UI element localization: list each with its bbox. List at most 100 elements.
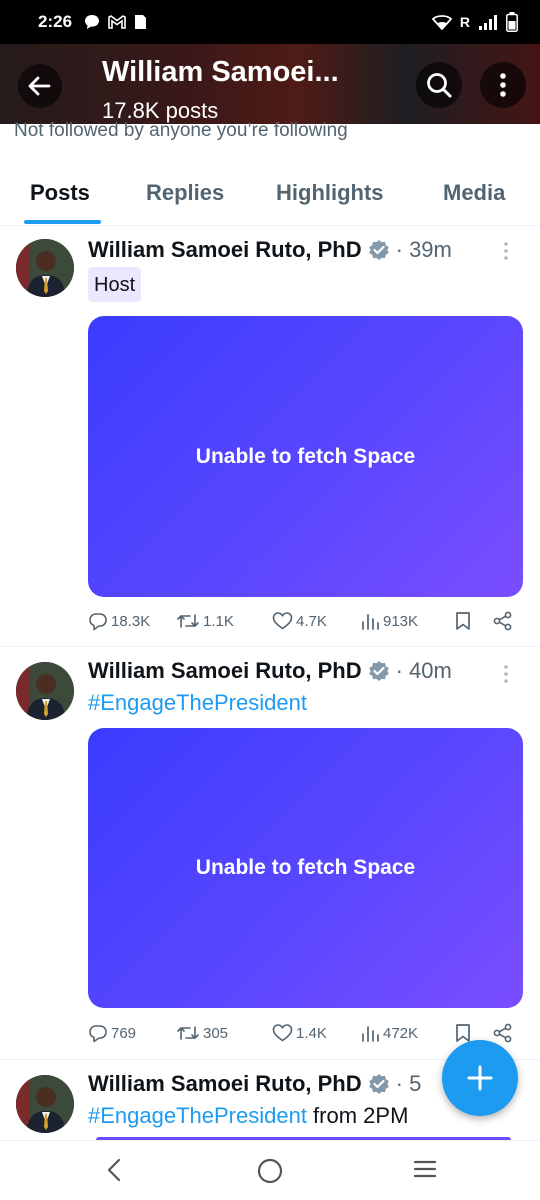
bookmark-icon — [456, 1024, 470, 1042]
post-actions: 769 305 1.4K 472K — [88, 1023, 518, 1047]
tab-highlights[interactable]: Highlights — [276, 180, 384, 206]
views-count: 472K — [383, 1024, 419, 1042]
post-header: William Samoei Ruto, PhD · 39m — [88, 237, 452, 263]
reply-button[interactable]: 769 — [88, 1023, 136, 1043]
post-more-button[interactable] — [503, 664, 509, 689]
post-item[interactable]: William Samoei Ruto, PhD · 39m Host Unab… — [0, 227, 540, 647]
bookmark-button[interactable] — [454, 1023, 472, 1043]
status-bar: 2:26 R — [0, 0, 540, 44]
profile-header: William Samoei... 17.8K posts — [0, 44, 540, 124]
more-options-button[interactable] — [480, 62, 526, 108]
search-button[interactable] — [416, 62, 462, 108]
tab-media[interactable]: Media — [443, 180, 505, 206]
nav-home-button[interactable] — [256, 1157, 284, 1185]
nav-recents-button[interactable] — [412, 1157, 438, 1181]
views-button[interactable]: 913K — [360, 611, 418, 631]
tab-replies[interactable]: Replies — [146, 180, 224, 206]
comment-icon — [89, 613, 107, 631]
chevron-left-icon — [107, 1158, 121, 1182]
reply-button[interactable]: 18.3K — [88, 611, 150, 631]
system-nav-bar — [0, 1140, 540, 1200]
back-button[interactable] — [18, 64, 62, 108]
post-text-rest: from 2PM — [306, 1103, 409, 1128]
post-time: · 5 — [395, 1071, 422, 1096]
status-right: R — [431, 12, 518, 32]
bookmark-button[interactable] — [454, 611, 472, 631]
post-time: · 39m — [395, 237, 452, 262]
post-count: 17.8K posts — [102, 98, 219, 123]
verified-badge-icon — [368, 1073, 390, 1095]
avatar[interactable] — [16, 662, 74, 720]
bar-chart-icon — [362, 1026, 379, 1042]
notification-icons — [84, 14, 147, 30]
verified-badge-icon — [368, 239, 390, 261]
signal-icon — [479, 15, 497, 30]
avatar[interactable] — [16, 1075, 74, 1133]
more-vertical-icon — [504, 665, 508, 683]
share-icon — [493, 611, 512, 631]
gmail-notification-icon — [108, 15, 126, 29]
battery-icon — [506, 12, 518, 32]
status-time: 2:26 — [38, 12, 73, 31]
page-title: William Samoei... — [102, 56, 339, 88]
post-header: William Samoei Ruto, PhD · 5 — [88, 1071, 421, 1097]
roaming-indicator: R — [459, 14, 470, 30]
views-button[interactable]: 472K — [360, 1023, 418, 1043]
post-item[interactable]: William Samoei Ruto, PhD · 40m #EngageTh… — [0, 648, 540, 1060]
repost-icon — [177, 614, 199, 628]
post-actions: 18.3K 1.1K 4.7K 913K — [88, 611, 518, 635]
verified-badge-icon — [368, 660, 390, 682]
active-tab-indicator — [24, 220, 101, 224]
home-circle-icon — [257, 1158, 283, 1184]
compose-button[interactable] — [442, 1040, 518, 1116]
space-card-text: Unable to fetch Space — [195, 856, 416, 879]
post-header: William Samoei Ruto, PhD · 40m — [88, 658, 452, 684]
tab-posts[interactable]: Posts — [30, 180, 90, 206]
heart-icon — [272, 612, 293, 630]
repost-button[interactable]: 1.1K — [176, 611, 234, 631]
host-badge: Host — [88, 267, 142, 302]
bar-chart-icon — [362, 614, 379, 630]
repost-icon — [177, 1026, 199, 1040]
share-button[interactable] — [492, 1023, 514, 1043]
views-count: 913K — [383, 612, 419, 630]
like-button[interactable]: 4.7K — [272, 611, 327, 631]
profile-tabs: Posts Replies Highlights Media — [0, 162, 540, 226]
nav-back-button[interactable] — [104, 1157, 124, 1183]
author-name[interactable]: William Samoei Ruto, PhD — [88, 658, 362, 684]
like-button[interactable]: 1.4K — [272, 1023, 327, 1043]
like-count: 1.4K — [296, 1024, 327, 1042]
more-vertical-icon — [500, 73, 506, 97]
reply-count: 18.3K — [111, 612, 151, 630]
heart-icon — [272, 1024, 293, 1042]
sim-notification-icon — [135, 15, 147, 29]
share-button[interactable] — [492, 611, 514, 631]
hashtag-link[interactable]: #EngageThePresident — [88, 690, 307, 715]
plus-icon — [467, 1065, 493, 1091]
repost-count: 1.1K — [203, 612, 234, 630]
repost-count: 305 — [203, 1024, 229, 1042]
space-card[interactable]: Unable to fetch Space — [88, 316, 523, 597]
reply-count: 769 — [111, 1024, 137, 1042]
post-text: #EngageThePresident from 2PM — [88, 1103, 408, 1129]
post-time: · 40m — [395, 658, 452, 683]
like-count: 4.7K — [296, 612, 327, 630]
space-card-text: Unable to fetch Space — [195, 444, 416, 468]
search-icon — [427, 73, 452, 98]
repost-button[interactable]: 305 — [176, 1023, 228, 1043]
wifi-icon — [431, 15, 452, 30]
more-vertical-icon — [504, 242, 508, 260]
avatar[interactable] — [16, 239, 74, 297]
post-text: #EngageThePresident — [88, 690, 307, 716]
author-name[interactable]: William Samoei Ruto, PhD — [88, 1071, 362, 1097]
menu-icon — [413, 1160, 437, 1178]
comment-icon — [89, 1025, 107, 1043]
arrow-left-icon — [28, 76, 51, 96]
chat-notification-icon — [85, 15, 100, 29]
space-card[interactable]: Unable to fetch Space — [88, 728, 523, 1008]
bookmark-icon — [456, 612, 470, 630]
post-more-button[interactable] — [503, 241, 509, 266]
share-icon — [493, 1023, 512, 1043]
hashtag-link[interactable]: #EngageThePresident — [88, 1103, 307, 1128]
author-name[interactable]: William Samoei Ruto, PhD — [88, 237, 362, 263]
